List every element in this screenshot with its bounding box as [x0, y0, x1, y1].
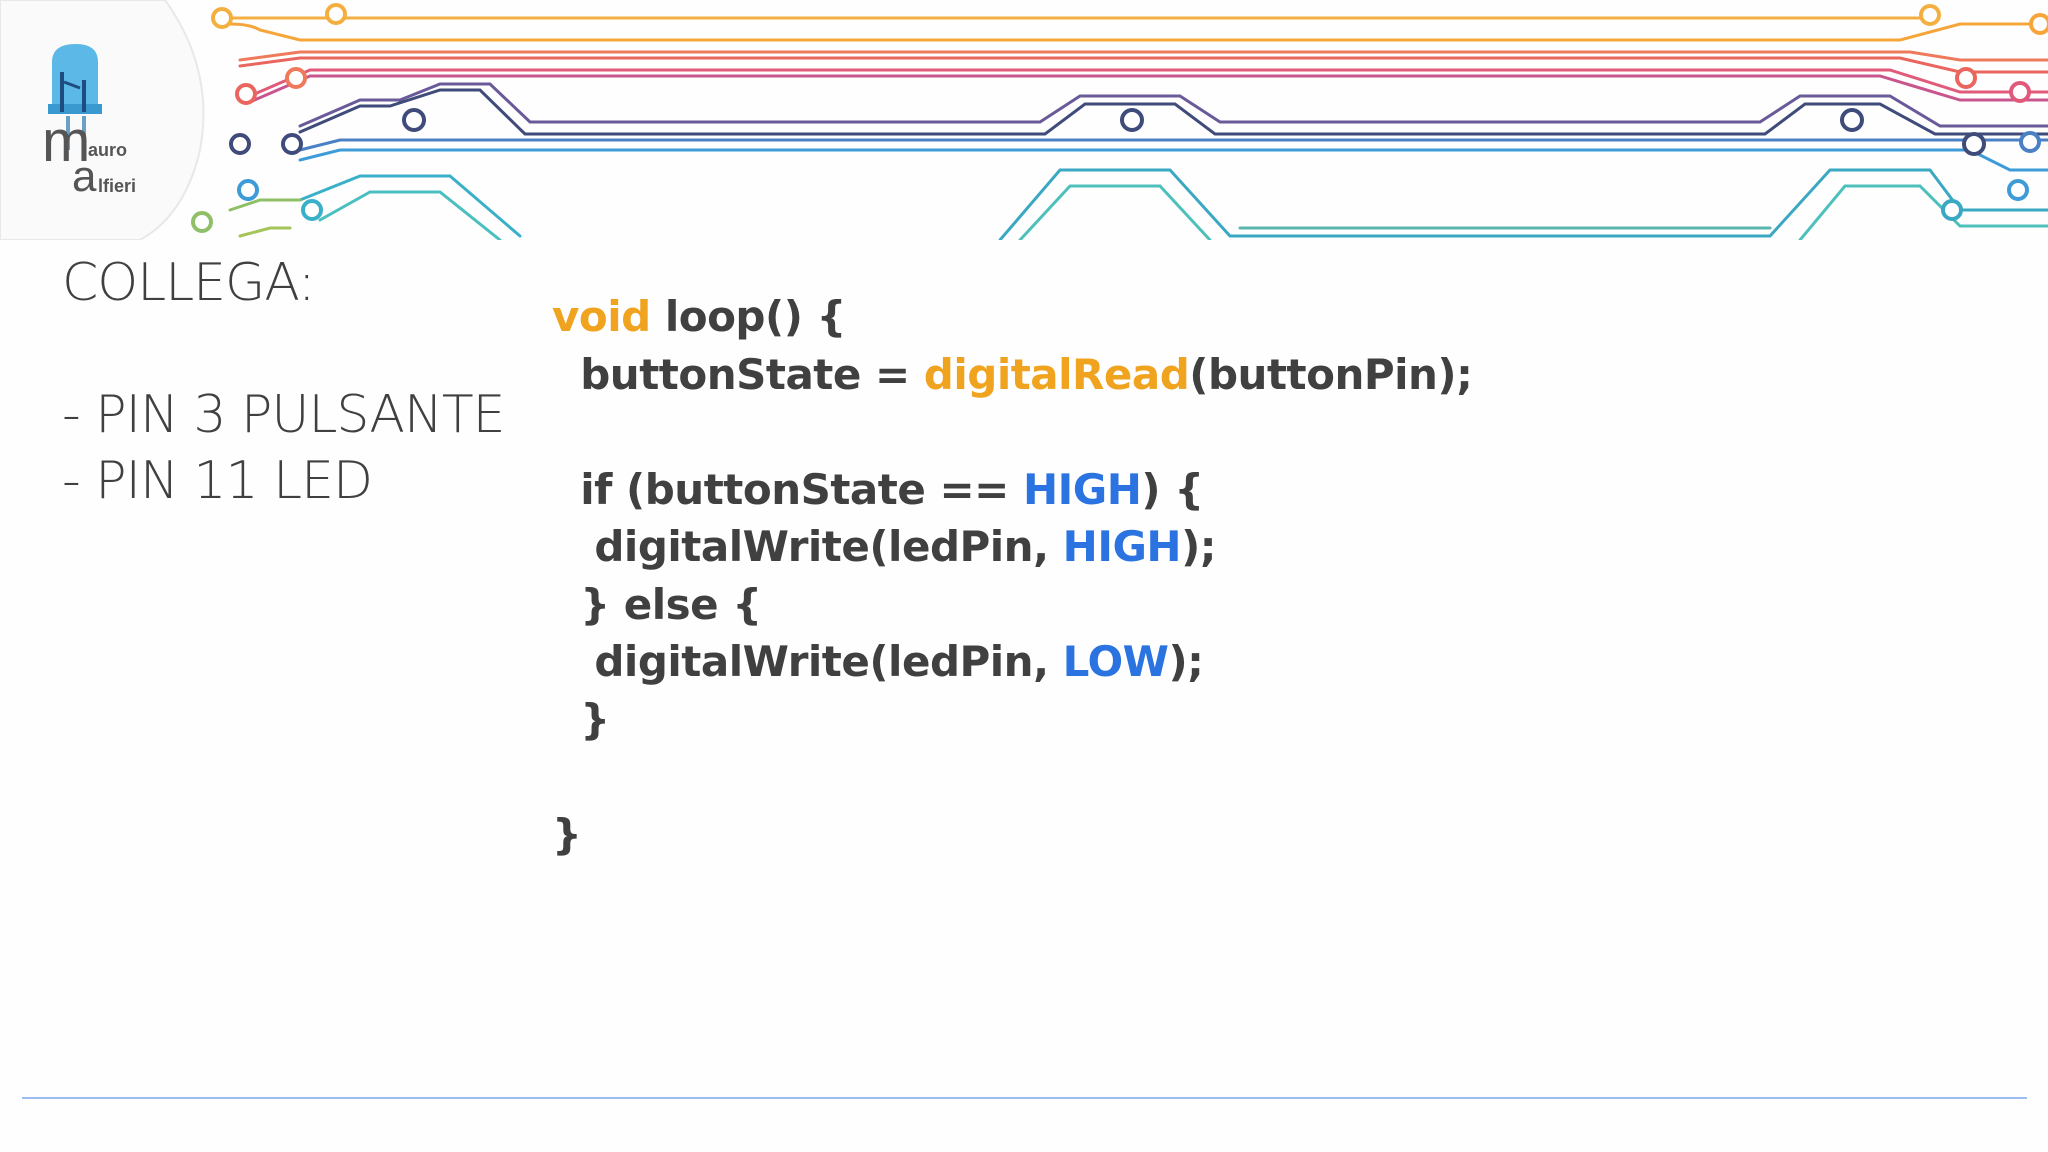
circuit-trace: [248, 74, 2048, 104]
circuit-node: [237, 179, 259, 201]
code-line: digitalWrite(ledPin, LOW);: [552, 633, 1472, 691]
logo-suffix-lfieri: lfieri: [98, 176, 137, 196]
circuit-node: [1919, 4, 1941, 26]
code-text: );: [1168, 637, 1204, 686]
code-text: (buttonPin);: [1189, 349, 1473, 399]
circuit-node: [2029, 13, 2048, 35]
logo-letter-a: a: [72, 152, 97, 201]
circuit-node: [1962, 132, 1986, 156]
circuit-node: [2007, 179, 2029, 201]
code-text: digitalWrite(ledPin,: [552, 522, 1063, 571]
code-line: digitalWrite(ledPin, HIGH);: [552, 518, 1472, 576]
code-block: void loop() { buttonState = digitalRead(…: [552, 288, 1473, 863]
circuit-node: [235, 83, 257, 105]
code-text: buttonState =: [552, 349, 924, 399]
instruction-item: - PIN 11 LED: [62, 451, 373, 511]
code-line: }: [552, 809, 582, 859]
circuit-node: [1840, 108, 1864, 132]
circuit-trace: [238, 226, 292, 238]
logo: m auro a lfieri: [0, 0, 220, 240]
code-function: digitalRead: [923, 349, 1190, 399]
circuit-node: [281, 133, 303, 155]
circuit-node: [1941, 199, 1963, 221]
instruction-item: - PIN 3 PULSANTE: [62, 385, 505, 445]
circuit-node: [285, 67, 307, 89]
code-line: } else {: [552, 579, 762, 629]
circuit-header-graphic: [0, 0, 2048, 240]
code-text: if (buttonState ==: [552, 464, 1023, 514]
circuit-trace: [248, 68, 2048, 98]
circuit-node: [301, 199, 323, 221]
code-line: buttonState = digitalRead(buttonPin);: [552, 346, 1473, 404]
code-keyword: void: [552, 292, 651, 341]
footer-divider: [22, 1097, 2027, 1099]
circuit-node: [1955, 67, 1977, 89]
circuit-trace: [298, 174, 522, 238]
circuit-trace: [1018, 184, 1212, 240]
instructions-heading: COLLEGA:: [62, 253, 316, 313]
code-text: digitalWrite(ledPin,: [552, 637, 1063, 686]
code-line: void loop() {: [552, 288, 1472, 346]
circuit-trace: [228, 198, 302, 212]
circuit-node: [325, 3, 347, 25]
circuit-node: [2019, 131, 2041, 153]
circuit-trace: [228, 22, 2048, 42]
code-line: if (buttonState == HIGH) {: [552, 461, 1472, 519]
code-line: }: [552, 694, 610, 744]
circuit-node: [2009, 81, 2031, 103]
code-constant: HIGH: [1022, 464, 1142, 514]
circuit-node: [402, 108, 426, 132]
circuit-node: [229, 133, 251, 155]
code-constant: LOW: [1062, 637, 1169, 686]
code-text: );: [1181, 522, 1217, 571]
code-text: ) {: [1141, 464, 1204, 514]
circuit-trace: [298, 148, 2048, 172]
code-text: loop() {: [650, 292, 847, 341]
connection-instructions: COLLEGA: - PIN 3 PULSANTE - PIN 11 LED: [62, 250, 505, 514]
code-constant: HIGH: [1062, 522, 1182, 571]
circuit-node: [1120, 108, 1144, 132]
circuit-trace: [318, 190, 502, 240]
